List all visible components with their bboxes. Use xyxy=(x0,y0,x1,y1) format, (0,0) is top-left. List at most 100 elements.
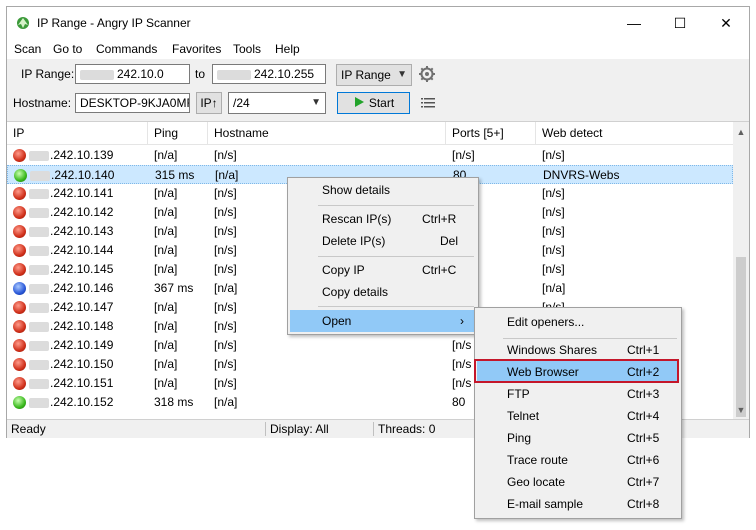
hostname-label: Hostname: xyxy=(13,96,72,110)
cell-hostname: [n/a] xyxy=(214,281,238,295)
chevron-down-icon: ▼ xyxy=(397,69,407,80)
menu-item-label: Rescan IP(s) xyxy=(322,212,392,226)
submenu-item-geo-locate[interactable]: Geo locate Ctrl+7 xyxy=(477,471,679,493)
cell-web-detect: [n/s] xyxy=(542,205,565,219)
status-red-icon xyxy=(13,225,26,238)
cell-ping: [n/a] xyxy=(154,205,178,219)
redacted-ip-prefix xyxy=(80,69,114,80)
ip-value: .242.10.142 xyxy=(50,205,114,219)
menu-separator xyxy=(318,306,474,307)
table-header: IP Ping Hostname Ports [5+] Web detect xyxy=(7,122,733,145)
cell-hostname: [n/s] xyxy=(214,243,237,257)
redacted-ip-prefix xyxy=(29,207,49,218)
close-button[interactable]: ✕ xyxy=(703,7,749,39)
menu-item-copy-ip[interactable]: Copy IP Ctrl+C xyxy=(290,259,476,281)
highlight-annotation-box xyxy=(474,359,679,383)
menu-scan[interactable]: Scan xyxy=(14,42,41,56)
submenu-item-telnet[interactable]: Telnet Ctrl+4 xyxy=(477,405,679,427)
cell-hostname: [n/s] xyxy=(214,205,237,219)
cell-ping: [n/a] xyxy=(154,186,178,200)
gear-icon[interactable] xyxy=(418,65,436,86)
redacted-ip-prefix xyxy=(29,397,49,408)
submenu-item-windows-shares[interactable]: Windows Shares Ctrl+1 xyxy=(477,339,679,361)
menu-help[interactable]: Help xyxy=(275,42,300,56)
cell-ip: .242.10.143 xyxy=(29,222,113,241)
menu-item-open[interactable]: Open › xyxy=(290,310,476,332)
menu-tools[interactable]: Tools xyxy=(233,42,261,56)
cell-ip: .242.10.141 xyxy=(29,184,113,203)
submenu-item-email-sample[interactable]: E-mail sample Ctrl+8 xyxy=(477,493,679,515)
feeder-select[interactable]: IP Range ▼ xyxy=(336,64,412,86)
status-red-icon xyxy=(13,339,26,352)
submenu-item-ftp[interactable]: FTP Ctrl+3 xyxy=(477,383,679,405)
scroll-up-icon[interactable]: ▲ xyxy=(733,124,749,140)
chevron-right-icon: › xyxy=(460,314,464,328)
menu-item-show-details[interactable]: Show details xyxy=(290,179,476,201)
ip-value: .242.10.147 xyxy=(50,300,114,314)
cell-ip: .242.10.146 xyxy=(29,279,113,298)
cell-ping: [n/a] xyxy=(154,262,178,276)
cell-web-detect: [n/s] xyxy=(542,148,565,162)
hostname-field[interactable]: DESKTOP-9KJA0MR xyxy=(75,93,190,113)
status-red-icon xyxy=(13,263,26,276)
submenu-item-ping[interactable]: Ping Ctrl+5 xyxy=(477,427,679,449)
columns-list-icon[interactable] xyxy=(421,96,435,113)
cell-web-detect: [n/s] xyxy=(542,243,565,257)
ip-from-field[interactable]: 242.10.0 xyxy=(75,64,190,84)
title-bar[interactable]: IP Range - Angry IP Scanner — ☐ ✕ xyxy=(7,7,749,39)
column-header-hostname[interactable]: Hostname xyxy=(208,122,446,144)
cell-hostname: [n/s] xyxy=(214,357,237,371)
window-title: IP Range - Angry IP Scanner xyxy=(37,16,191,30)
menu-item-delete[interactable]: Delete IP(s) Del xyxy=(290,230,476,252)
cell-ping: 318 ms xyxy=(154,395,194,409)
menu-item-label: Ping xyxy=(507,431,532,445)
start-label: Start xyxy=(368,96,395,110)
column-header-web-detect[interactable]: Web detect xyxy=(536,122,714,144)
menu-item-copy-details[interactable]: Copy details xyxy=(290,281,476,303)
menu-item-label: Show details xyxy=(322,183,391,197)
maximize-button[interactable]: ☐ xyxy=(657,7,703,39)
menu-commands[interactable]: Commands xyxy=(96,42,157,56)
redacted-ip-prefix xyxy=(29,226,49,237)
minimize-button[interactable]: — xyxy=(611,7,657,39)
status-red-icon xyxy=(13,187,26,200)
ip-value: .242.10.148 xyxy=(50,319,114,333)
redacted-ip-prefix xyxy=(29,245,49,256)
scrollbar-thumb[interactable] xyxy=(736,257,746,417)
menu-item-shortcut: Ctrl+4 xyxy=(627,409,660,423)
netmask-select[interactable]: /24 ▼ xyxy=(228,92,326,114)
start-button[interactable]: Start xyxy=(337,92,410,114)
column-header-ip[interactable]: IP xyxy=(7,122,148,144)
column-header-ports[interactable]: Ports [5+] xyxy=(446,122,536,144)
ip-to-field[interactable]: 242.10.255 xyxy=(212,64,326,84)
cell-hostname: [n/s] xyxy=(214,300,237,314)
redacted-ip-prefix xyxy=(29,359,49,370)
menu-item-shortcut: Ctrl+8 xyxy=(627,497,660,511)
ip-value: .242.10.144 xyxy=(50,243,114,257)
redacted-ip-prefix xyxy=(29,340,49,351)
cell-ping: [n/a] xyxy=(154,338,178,352)
menu-item-label: Copy IP xyxy=(322,263,365,277)
submenu-item-edit-openers[interactable]: Edit openers... xyxy=(477,311,679,333)
cell-hostname: [n/s] xyxy=(214,262,237,276)
menu-favorites[interactable]: Favorites xyxy=(172,42,221,56)
menu-item-label: Edit openers... xyxy=(507,315,585,329)
ip-lookup-button[interactable]: IP↑ xyxy=(196,92,222,114)
open-submenu: Edit openers... Windows Shares Ctrl+1 Web… xyxy=(474,307,682,519)
column-header-ping[interactable]: Ping xyxy=(148,122,208,144)
menu-item-label: E-mail sample xyxy=(507,497,584,511)
ip-range-label: IP Range: xyxy=(21,67,75,81)
cell-ip: .242.10.140 xyxy=(30,166,114,185)
table-row[interactable]: .242.10.139 [n/a] [n/s] [n/s] [n/s] xyxy=(7,146,733,165)
menu-item-rescan[interactable]: Rescan IP(s) Ctrl+R xyxy=(290,208,476,230)
menu-goto[interactable]: Go to xyxy=(53,42,82,56)
menu-item-shortcut: Ctrl+7 xyxy=(627,475,660,489)
redacted-ip-prefix xyxy=(217,69,251,80)
cell-web-detect: [n/s] xyxy=(542,186,565,200)
cell-ping: [n/a] xyxy=(154,300,178,314)
submenu-item-trace-route[interactable]: Trace route Ctrl+6 xyxy=(477,449,679,471)
cell-ip: .242.10.151 xyxy=(29,374,113,393)
cell-ping: [n/a] xyxy=(154,376,178,390)
scroll-down-icon[interactable]: ▼ xyxy=(733,402,749,418)
vertical-scrollbar[interactable]: ▲ ▼ xyxy=(733,122,749,420)
